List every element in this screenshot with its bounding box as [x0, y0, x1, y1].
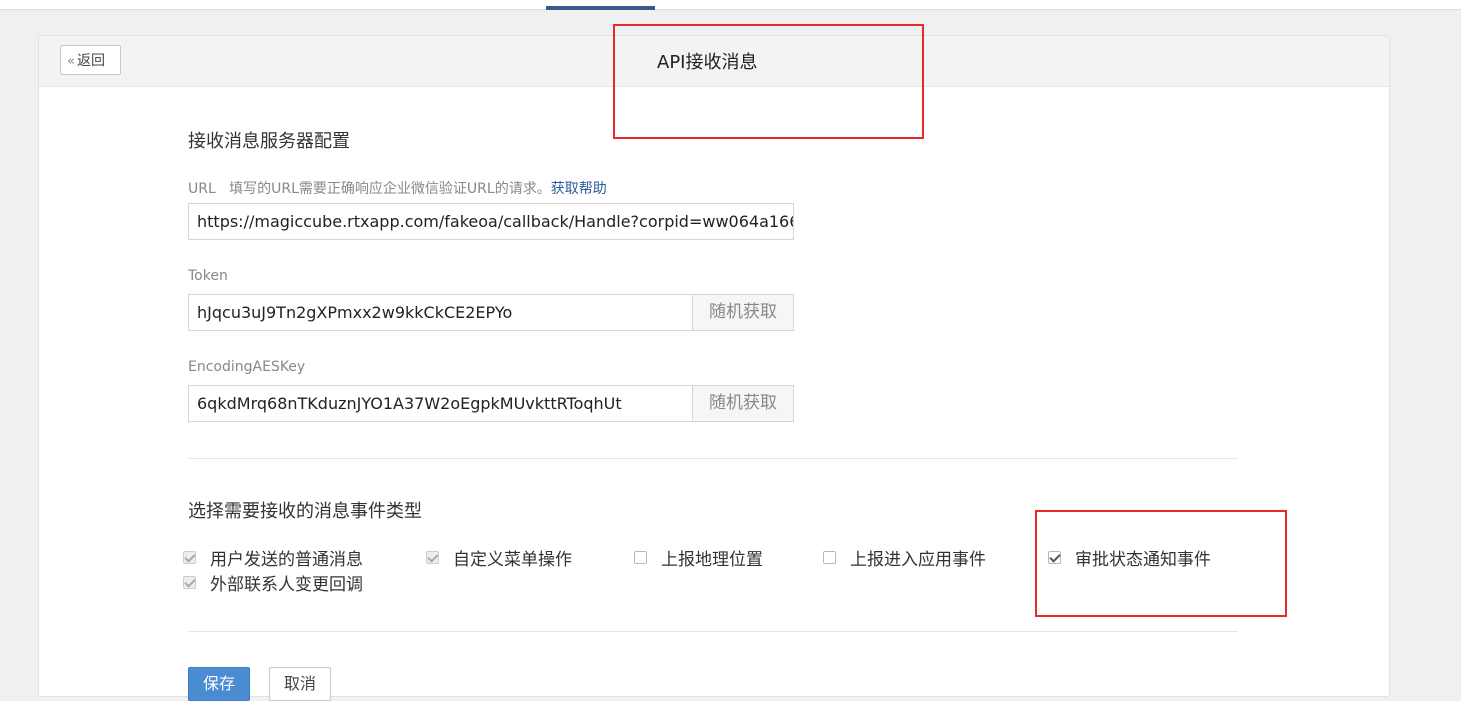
- event-checkbox-approval[interactable]: 审批状态通知事件: [1048, 547, 1211, 570]
- event-checkbox-external-contact[interactable]: 外部联系人变更回调: [183, 572, 363, 595]
- actions-divider: [188, 631, 1238, 632]
- active-tab-indicator: [546, 6, 655, 10]
- event-label: 审批状态通知事件: [1075, 549, 1211, 570]
- top-nav-bar: [0, 0, 1461, 10]
- token-input[interactable]: hJqcu3uJ9Tn2gXPmxx2w9kkCkCE2EPYo: [188, 294, 693, 331]
- cancel-button[interactable]: 取消: [269, 667, 331, 701]
- aeskey-label: EncodingAESKey: [188, 359, 306, 375]
- page-title: API接收消息: [657, 52, 758, 73]
- token-random-button[interactable]: 随机获取: [692, 294, 794, 331]
- back-button-label: 返回: [76, 53, 105, 69]
- url-label: URL: [188, 181, 216, 197]
- event-checkbox-enter-app[interactable]: 上报进入应用事件: [823, 547, 986, 570]
- event-label: 用户发送的普通消息: [210, 549, 363, 570]
- server-config-title: 接收消息服务器配置: [188, 131, 350, 152]
- event-checkbox-normal-message[interactable]: 用户发送的普通消息: [183, 547, 363, 570]
- checkbox-icon: [634, 550, 647, 564]
- aeskey-random-button[interactable]: 随机获取: [692, 385, 794, 422]
- checkbox-icon: [183, 550, 196, 564]
- back-button[interactable]: «返回: [60, 45, 121, 75]
- double-chevron-left-icon: «: [67, 54, 75, 69]
- url-hint: 填写的URL需要正确响应企业微信验证URL的请求。: [229, 181, 551, 197]
- checkbox-icon: [426, 550, 439, 564]
- event-label: 自定义菜单操作: [453, 549, 572, 570]
- save-button[interactable]: 保存: [188, 667, 250, 701]
- token-label: Token: [188, 268, 228, 284]
- aeskey-input[interactable]: 6qkdMrq68nTKduznJYO1A37W2oEgpkMUvkttRToq…: [188, 385, 693, 422]
- card-header: «返回 API接收消息: [39, 36, 1389, 87]
- url-input[interactable]: https://magiccube.rtxapp.com/fakeoa/call…: [188, 203, 794, 240]
- url-label-row: URL 填写的URL需要正确响应企业微信验证URL的请求。获取帮助: [188, 178, 607, 198]
- checkbox-icon: [183, 575, 196, 589]
- get-help-link[interactable]: 获取帮助: [551, 181, 607, 197]
- event-label: 外部联系人变更回调: [210, 574, 363, 595]
- event-label: 上报进入应用事件: [850, 549, 986, 570]
- checkbox-icon: [823, 550, 836, 564]
- event-checkbox-location[interactable]: 上报地理位置: [634, 547, 763, 570]
- section-divider: [188, 458, 1238, 459]
- checkbox-icon: [1048, 550, 1061, 564]
- event-label: 上报地理位置: [661, 549, 763, 570]
- events-section-title: 选择需要接收的消息事件类型: [188, 501, 422, 522]
- event-checkbox-custom-menu[interactable]: 自定义菜单操作: [426, 547, 572, 570]
